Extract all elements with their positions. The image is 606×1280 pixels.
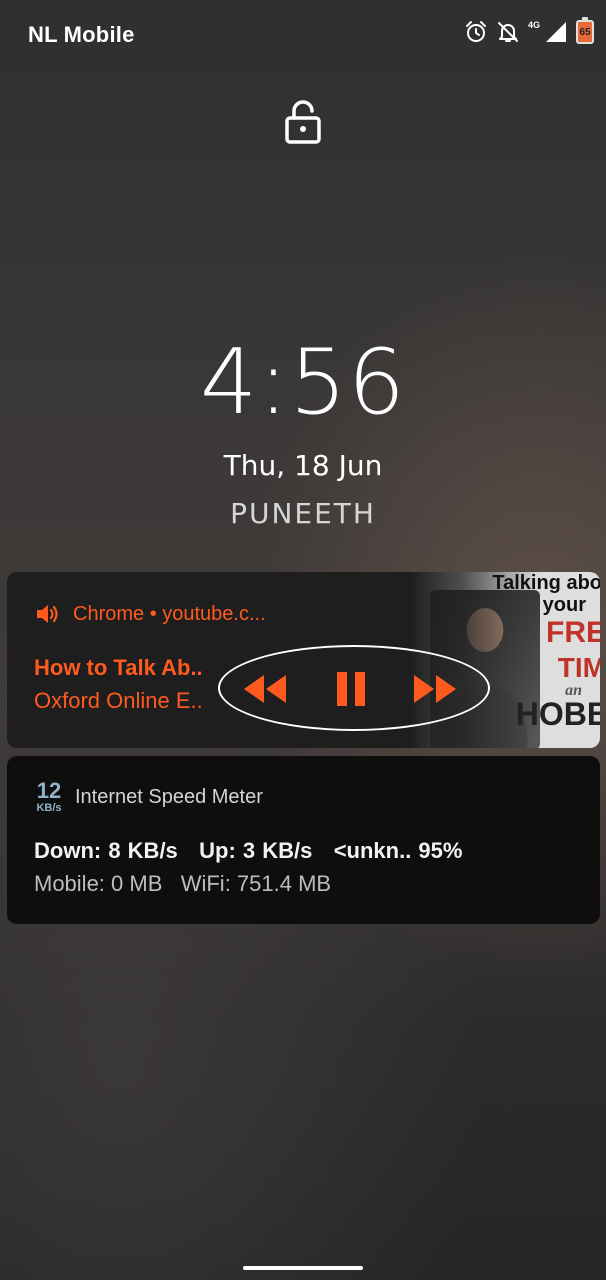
media-notification[interactable]: Talking abo your FRE TIM an HOBB Chrome … — [7, 572, 600, 748]
media-artist: Oxford Online E.. — [34, 688, 203, 713]
notifications-off-icon — [497, 22, 518, 42]
speed-meter-app-name: Internet Speed Meter — [75, 786, 263, 808]
owner-name: PUNEETH — [230, 497, 376, 530]
speed-stats: Down: 8 KB/s Up: 3 KB/s <unkn.. 95% — [34, 838, 463, 863]
speaker-icon — [37, 605, 58, 623]
lockscreen-date: Thu, 18 Jun — [223, 449, 383, 482]
pause-icon[interactable] — [331, 670, 371, 708]
battery-level: 65 — [579, 26, 591, 38]
battery-icon: 65 — [576, 17, 594, 44]
media-source-label: Chrome • youtube.c... — [73, 602, 266, 625]
fast-forward-icon[interactable] — [412, 672, 460, 706]
media-source: Chrome • youtube.c... — [35, 602, 266, 626]
status-bar: NL Mobile 4G 65 — [0, 0, 606, 70]
lock-icon — [285, 100, 321, 144]
thumbnail-text: Talking abo your FRE TIM an HOBB — [492, 572, 600, 732]
signal-icon — [546, 22, 566, 42]
rewind-icon[interactable] — [240, 672, 288, 706]
speed-meter-notification[interactable]: 12 KB/s Internet Speed Meter Down: 8 KB/… — [7, 756, 600, 924]
home-gesture-handle[interactable] — [243, 1266, 363, 1270]
usage-stats: Mobile: 0 MB WiFi: 751.4 MB — [34, 871, 332, 896]
network-type-label: 4G — [527, 20, 540, 30]
status-icons: 4G 65 — [464, 17, 594, 44]
carrier-name: NL Mobile — [28, 22, 135, 47]
lockscreen-clock: 4:56 — [199, 330, 407, 435]
media-title: How to Talk Ab.. — [34, 655, 203, 680]
speed-meter-icon: 12 KB/s — [36, 778, 62, 815]
alarm-icon — [465, 21, 486, 42]
